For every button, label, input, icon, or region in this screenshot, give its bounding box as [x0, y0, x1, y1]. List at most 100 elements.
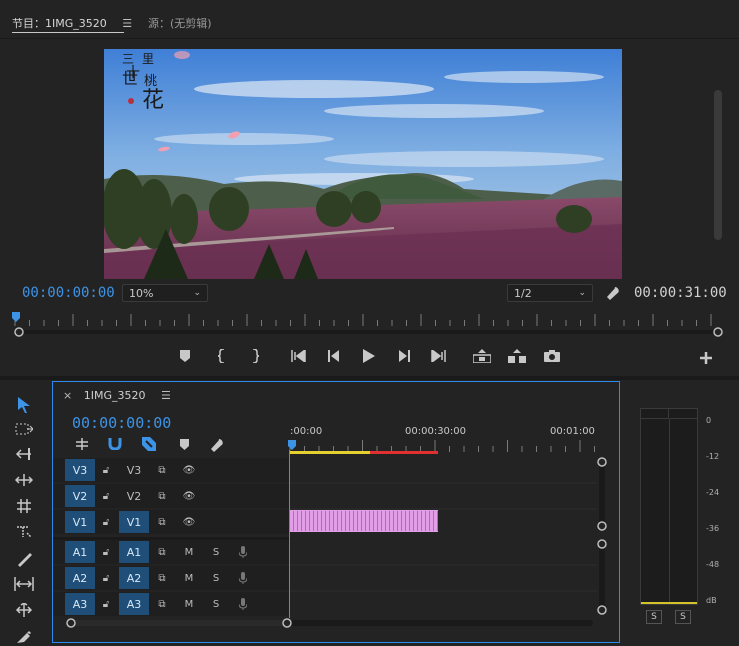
- zoom-select[interactable]: 10% ⌄: [122, 284, 208, 302]
- lock-icon[interactable]: 🔓︎: [100, 463, 112, 477]
- track-header-a3: A3 🔓︎ A3 ⧉ M S: [53, 592, 289, 616]
- vertical-scrollbar[interactable]: [596, 456, 608, 616]
- lift-icon[interactable]: [472, 348, 492, 364]
- eye-icon[interactable]: 👁︎: [182, 463, 196, 477]
- video-track-headers: V3 🔓︎ V3 ⧉ 👁︎ V2 🔓︎ V2 ⧉ 👁︎ V1 🔓︎ V1 ⧉ 👁…: [53, 458, 289, 534]
- export-frame-icon[interactable]: [543, 349, 561, 363]
- timeline-timecode[interactable]: 00:00:00:00: [72, 414, 171, 432]
- playhead-timecode[interactable]: 00:00:00:00: [22, 285, 115, 301]
- source-patch-v2[interactable]: V2: [119, 485, 149, 507]
- mark-out-icon[interactable]: [248, 348, 262, 364]
- step-forward-icon[interactable]: [396, 349, 412, 363]
- track-header-a2: A2 🔓︎ A2 ⧉ M S: [53, 566, 289, 590]
- snap-icon[interactable]: [107, 437, 123, 451]
- microphone-icon[interactable]: [236, 596, 250, 612]
- track-target-a2[interactable]: A2: [65, 567, 95, 589]
- db-label: -24: [706, 488, 720, 497]
- tab-program[interactable]: 节目：1IMG_3520 ☰: [12, 15, 132, 31]
- lock-icon[interactable]: 🔓︎: [100, 597, 112, 611]
- add-marker-icon[interactable]: [177, 438, 191, 451]
- sync-lock-icon[interactable]: ⧉: [155, 571, 169, 585]
- hamburger-icon[interactable]: ☰: [161, 389, 171, 402]
- microphone-icon[interactable]: [236, 544, 250, 560]
- resolution-select[interactable]: 1/2 ⌄: [507, 284, 593, 302]
- playhead-marker[interactable]: [288, 440, 296, 450]
- extract-icon[interactable]: [507, 348, 527, 364]
- peak-indicator-right[interactable]: [670, 409, 698, 419]
- track-lanes[interactable]: [289, 458, 597, 616]
- tab-source[interactable]: 源：(无剪辑): [148, 15, 212, 31]
- db-label: dB: [706, 596, 717, 605]
- mute-button[interactable]: M: [183, 571, 195, 585]
- mute-button[interactable]: M: [183, 545, 195, 559]
- go-to-in-icon[interactable]: [290, 349, 308, 363]
- nest-sequence-icon[interactable]: [74, 437, 90, 451]
- hand-tool-icon[interactable]: [14, 628, 34, 644]
- track-select-tool-icon[interactable]: [14, 421, 34, 437]
- add-marker-icon[interactable]: [178, 349, 192, 363]
- ripple-edit-tool-icon[interactable]: [14, 446, 34, 462]
- play-icon[interactable]: [361, 348, 377, 364]
- mark-in-icon[interactable]: [215, 348, 229, 364]
- hamburger-icon[interactable]: ☰: [122, 17, 132, 30]
- db-label: 0: [706, 416, 712, 425]
- source-patch-a3[interactable]: A3: [119, 593, 149, 615]
- solo-right-button[interactable]: S: [675, 610, 691, 624]
- microphone-icon[interactable]: [236, 570, 250, 586]
- eye-icon[interactable]: 👁︎: [182, 515, 196, 529]
- solo-button[interactable]: S: [210, 571, 222, 585]
- track-target-v2[interactable]: V2: [65, 485, 95, 507]
- slide-tool-icon[interactable]: [13, 576, 35, 592]
- sync-lock-icon[interactable]: ⧉: [155, 515, 169, 529]
- panel-divider[interactable]: [0, 376, 739, 380]
- svg-text:世: 世: [122, 69, 138, 88]
- lock-icon[interactable]: 🔓︎: [100, 545, 112, 559]
- lock-icon[interactable]: 🔓︎: [100, 489, 112, 503]
- source-patch-a2[interactable]: A2: [119, 567, 149, 589]
- close-icon[interactable]: ×: [63, 389, 72, 402]
- rate-stretch-tool-icon[interactable]: [14, 498, 34, 514]
- track-target-a3[interactable]: A3: [65, 593, 95, 615]
- monitor-scrollbar[interactable]: [714, 90, 722, 240]
- sync-lock-icon[interactable]: ⧉: [155, 489, 169, 503]
- step-back-icon[interactable]: [326, 349, 342, 363]
- ruler-label: 00:00:30:00: [405, 426, 467, 437]
- wrench-icon[interactable]: [209, 437, 225, 452]
- source-patch-a1[interactable]: A1: [119, 541, 149, 563]
- source-patch-v1[interactable]: V1: [119, 511, 149, 533]
- eye-icon[interactable]: 👁︎: [182, 489, 196, 503]
- monitor-time-ruler[interactable]: [14, 312, 722, 328]
- track-target-v3[interactable]: V3: [65, 459, 95, 481]
- sync-lock-icon[interactable]: ⧉: [155, 597, 169, 611]
- tab-sequence[interactable]: × 1IMG_3520 ☰: [63, 389, 171, 402]
- track-target-v1[interactable]: V1: [65, 511, 95, 533]
- peak-indicator-left[interactable]: [641, 409, 669, 419]
- lock-icon[interactable]: 🔓︎: [100, 515, 112, 529]
- source-patch-v3[interactable]: V3: [119, 459, 149, 481]
- video-preview[interactable]: 十 里 桃 三 世 花: [104, 49, 622, 279]
- mute-button[interactable]: M: [183, 597, 195, 611]
- go-to-out-icon[interactable]: [429, 349, 447, 363]
- sync-lock-icon[interactable]: ⧉: [155, 463, 169, 477]
- solo-button[interactable]: S: [210, 597, 222, 611]
- zoom-scrollbar[interactable]: [14, 327, 724, 337]
- pen-tool-icon[interactable]: [13, 602, 35, 618]
- tools-panel: [0, 380, 50, 646]
- solo-left-button[interactable]: S: [646, 610, 662, 624]
- wrench-icon[interactable]: [604, 284, 622, 302]
- sync-lock-icon[interactable]: ⧉: [155, 545, 169, 559]
- playhead-marker[interactable]: [12, 312, 20, 322]
- slip-tool-icon[interactable]: [14, 550, 34, 568]
- ruler-label: :00:00: [290, 426, 323, 437]
- solo-button[interactable]: S: [210, 545, 222, 559]
- track-target-a1[interactable]: A1: [65, 541, 95, 563]
- svg-text:花: 花: [142, 88, 164, 113]
- razor-tool-icon[interactable]: [14, 524, 34, 540]
- playhead-line[interactable]: [289, 450, 290, 618]
- add-button-icon[interactable]: [698, 350, 714, 366]
- selection-tool-icon[interactable]: [15, 396, 33, 414]
- rolling-edit-tool-icon[interactable]: [14, 472, 34, 488]
- horizontal-zoom-scrollbar[interactable]: [65, 617, 595, 629]
- lock-icon[interactable]: 🔓︎: [100, 571, 112, 585]
- linked-selection-icon[interactable]: [141, 437, 157, 451]
